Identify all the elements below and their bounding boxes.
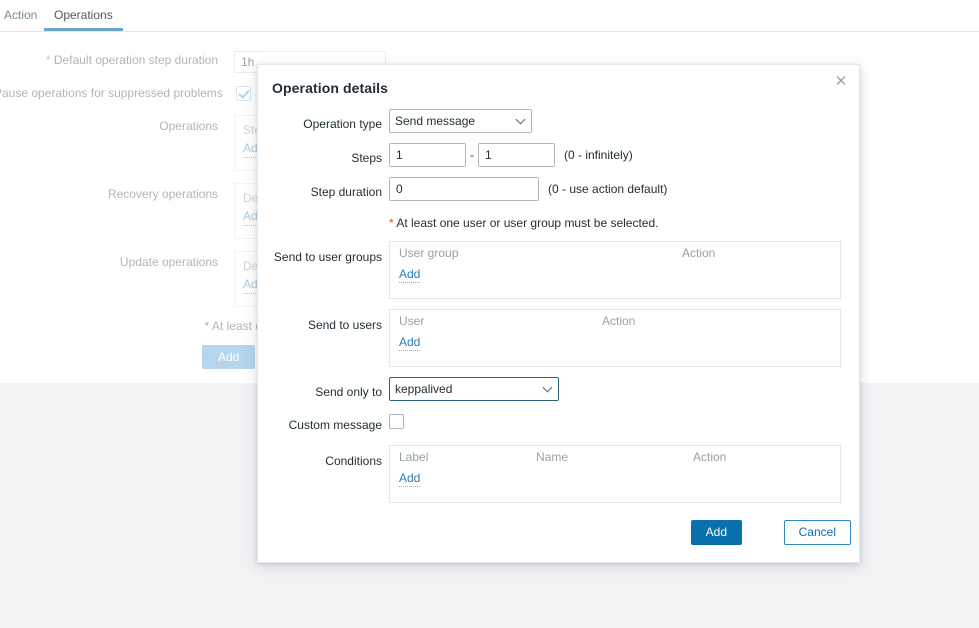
tab-operations-label: Operations [54,8,113,22]
custom-message-label: Custom message [288,418,382,432]
steps-separator: - [470,148,474,162]
send-only-to-label: Send only to [315,385,382,399]
dialog-add-button[interactable]: Add [690,520,742,545]
conditions-add-link[interactable]: Add [399,470,421,487]
dialog-title: Operation details [272,80,389,96]
tab-action-label: Action [4,8,38,22]
users-add-link[interactable]: Add [399,334,421,351]
row-conditions: Conditions Label Name Action Add [258,445,861,507]
user-groups-col-action: Action [682,246,716,260]
operation-type-label: Operation type [303,117,382,131]
operation-type-select[interactable]: Send message [389,109,532,133]
users-col-user: User [399,314,425,328]
tab-action[interactable]: Action [0,4,47,31]
bg-update-operations-label: Update operations [119,255,218,269]
step-duration-hint: (0 - use action default) [548,182,668,196]
dialog-footer: Add Cancel [258,520,861,552]
operation-type-select-wrap: Send message [389,109,532,133]
users-col-action: Action [602,314,636,328]
steps-from-input[interactable] [389,143,466,167]
row-operation-type: Operation type Send message [258,109,861,143]
bg-footer-note: * At least o [204,319,262,333]
bg-operations-label: Operations [159,119,218,133]
conditions-col-action: Action [693,450,727,464]
row-custom-message: Custom message [258,411,861,445]
row-send-to-users: Send to users User Action Add [258,309,861,377]
requirement-note: * At least one user or user group must b… [389,216,659,230]
user-groups-table: User group Action Add [389,241,841,299]
users-table: User Action Add [389,309,841,367]
conditions-col-label: Label [399,450,429,464]
bg-operations-add-link[interactable]: Ad [243,139,258,158]
row-send-only-to: Send only to keppalived [258,377,861,411]
bg-add-button[interactable]: Add [202,345,256,369]
custom-message-checkbox[interactable] [389,414,404,429]
bg-pause-suppressed-label: Pause operations for suppressed problems [0,86,223,100]
close-icon[interactable]: ✕ [832,73,850,91]
conditions-table: Label Name Action Add [389,445,841,503]
conditions-label: Conditions [325,454,382,468]
dialog-cancel-button[interactable]: Cancel [783,520,851,545]
steps-to-input[interactable] [478,143,555,167]
bg-pause-suppressed-checkbox[interactable] [236,86,251,101]
operation-details-dialog: Operation details ✕ Operation type Send … [257,64,860,563]
tab-operations[interactable]: Operations [44,4,123,31]
users-table-head: User Action [390,310,840,332]
tab-bar: Action Operations [0,0,979,32]
user-groups-table-head: User group Action [390,242,840,264]
send-only-to-select[interactable]: keppalived [389,377,559,401]
send-to-user-groups-label: Send to user groups [273,250,382,264]
conditions-col-name: Name [536,450,569,464]
bg-recovery-operations-label: Recovery operations [107,187,218,201]
dialog-body: Operation type Send message Steps - [258,109,861,507]
row-step-duration: Step duration (0 - use action default) [258,177,861,211]
users-table-body: Add [390,332,840,354]
user-groups-col-usergroup: User group [399,246,459,260]
step-duration-label: Step duration [310,185,382,199]
conditions-table-body: Add [390,468,840,490]
required-asterisk: * [45,53,51,67]
step-duration-input[interactable] [389,177,539,201]
bg-default-step-duration-label: * Default operation step duration [45,53,218,67]
bg-update-operations-add-link[interactable]: Ad [243,275,258,294]
steps-hint: (0 - infinitely) [564,148,633,162]
send-only-to-select-wrap: keppalived [389,377,559,401]
bg-recovery-operations-add-link[interactable]: Ad [243,207,258,226]
row-steps: Steps - (0 - infinitely) [258,143,861,177]
page-root: Action Operations * Default operation st… [0,0,979,628]
row-send-to-user-groups: Send to user groups User group Action Ad… [258,241,861,309]
steps-label: Steps [351,151,382,165]
row-requirement-note: * At least one user or user group must b… [258,211,861,241]
user-groups-add-link[interactable]: Add [399,266,421,283]
requirement-note-text: At least one user or user group must be … [393,216,659,230]
conditions-table-head: Label Name Action [390,446,840,468]
user-groups-table-body: Add [390,264,840,286]
send-to-users-label: Send to users [307,318,382,332]
